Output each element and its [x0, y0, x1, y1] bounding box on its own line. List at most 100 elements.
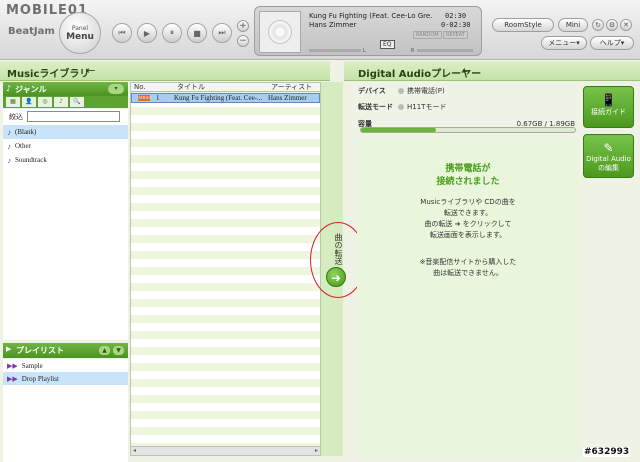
menu-dropdown[interactable]: メニュー▾ — [541, 36, 587, 50]
scroll-right-icon[interactable]: ▸ — [315, 447, 318, 454]
genre-list: ♪ (Blank) ♪ Other ♪ Soundtrack — [3, 125, 128, 340]
volume-up-button[interactable]: + — [237, 20, 249, 32]
genre-item-label: Soundtrack — [15, 156, 47, 164]
body-line-4: 転送画面を表示します。 — [429, 231, 507, 239]
scroll-left-icon[interactable]: ◂ — [133, 447, 136, 454]
playlist-arrow-icon: ▶ — [6, 345, 12, 353]
track-artist: Hans Zimmer — [268, 94, 307, 102]
library-arrow-icon[interactable]: ← — [86, 64, 95, 77]
note-line-2: 曲は転送できません。 — [433, 269, 503, 277]
pause-button[interactable]: ⏸ — [162, 23, 182, 43]
genre-toolbar: ▦ 👤 ◎ ♪ 🔍 — [3, 96, 128, 108]
filter-input[interactable] — [27, 111, 120, 122]
edit-label-line-1: Digital Audio — [586, 155, 631, 163]
genre-title: ジャンル — [15, 85, 47, 94]
device-value: 携帯電話(P) — [398, 86, 445, 96]
help-dropdown[interactable]: ヘルプ▾ — [590, 36, 634, 50]
playlist-down-button[interactable]: ▼ — [113, 346, 124, 355]
transfer-mode-value: H11Tモード — [398, 102, 446, 112]
mode-status-icon — [398, 104, 404, 110]
table-row[interactable]: ATRAC 1 Kung Fu Fighting (Feat. Cee-... … — [131, 93, 320, 103]
refresh-button[interactable]: ↻ — [592, 19, 604, 31]
digital-audio-edit-button[interactable]: ✎ Digital Audio の編集 — [583, 134, 634, 178]
room-style-button[interactable]: RoomStyle — [492, 18, 554, 32]
horizontal-scrollbar[interactable]: ◂ ▸ — [131, 446, 320, 455]
random-toggle[interactable]: RANDOM — [413, 31, 442, 39]
device-status-icon — [398, 88, 404, 94]
genre-note-icon: ♪ — [7, 141, 11, 151]
track-table: No. タイトル アーティスト ATRAC 1 Kung Fu Fighting… — [130, 82, 321, 456]
watermark: #632993 — [583, 447, 631, 457]
brand-name: BeatJam — [8, 26, 55, 37]
genre-note-icon: ♪ — [7, 127, 11, 137]
pause-icon: ⏸ — [170, 28, 174, 37]
capacity-fill — [361, 128, 436, 132]
column-no[interactable]: No. — [134, 83, 146, 92]
repeat-toggle[interactable]: REPEAT — [443, 31, 468, 39]
device-header: Digital Audioプレーヤー ← — [344, 61, 640, 81]
grid-view-icon[interactable]: ▦ — [6, 97, 20, 107]
mini-button[interactable]: Mini — [558, 18, 588, 32]
device-arrow-icon[interactable]: ← — [462, 64, 471, 77]
track-no: 1 — [156, 94, 160, 102]
connection-guide-button[interactable]: 📱 接続ガイド — [583, 86, 634, 128]
note-text: ※音楽配信サイトから購入した 曲は転送できません。 — [357, 257, 579, 279]
playlist-up-button[interactable]: ▲ — [99, 346, 110, 355]
capacity-bar — [360, 127, 576, 133]
message-panel: 携帯電話が 接続されました Musicライブラリや CDの曲を 転送できます。 … — [357, 139, 579, 457]
volume-down-button[interactable]: − — [237, 35, 249, 47]
level-meter-right — [417, 49, 473, 52]
panel-menu-label-small: Panel — [71, 24, 89, 32]
close-button[interactable]: ✕ — [620, 19, 632, 31]
track-table-header: No. タイトル アーティスト — [131, 83, 320, 92]
top-toolbar: MOBILE01 BeatJam Panel Menu ⏮ ▶ ⏸ ■ ⏭ + … — [0, 0, 640, 60]
play-icon: ▶ — [143, 28, 151, 38]
stop-button[interactable]: ■ — [187, 23, 207, 43]
genre-item-soundtrack[interactable]: ♪ Soundtrack — [3, 153, 128, 167]
track-title: Kung Fu Fighting (Feat. Cee-... — [174, 94, 263, 102]
genre-item-label: Other — [15, 142, 31, 150]
genre-icon[interactable]: ♪ — [54, 97, 68, 107]
playlist-item-drop[interactable]: ▶▶ Drop Playlist — [3, 372, 128, 385]
now-playing-display: Kung Fu Fighting (Feat. Cee-Lo Gre... Ha… — [254, 6, 482, 56]
album-art — [259, 11, 301, 53]
playlist-title: プレイリスト — [16, 346, 64, 355]
instruction-text: Musicライブラリや CDの曲を 転送できます。 曲の転送 ➜ をクリックして… — [357, 197, 579, 241]
playlist-icon: ▶▶ — [7, 361, 18, 370]
genre-dropdown-button[interactable]: ▾ — [108, 84, 124, 94]
body-line-1: Musicライブラリや CDの曲を — [420, 198, 516, 206]
next-button[interactable]: ⏭ — [212, 23, 232, 43]
phone-icon: 📱 — [601, 93, 616, 107]
connection-guide-label: 接続ガイド — [591, 108, 626, 116]
search-icon[interactable]: 🔍 — [70, 97, 84, 107]
play-button[interactable]: ▶ — [137, 23, 157, 43]
genre-item-blank[interactable]: ♪ (Blank) — [3, 125, 128, 139]
panel-menu-button[interactable]: Panel Menu — [59, 12, 101, 54]
artist-icon[interactable]: 👤 — [22, 97, 36, 107]
column-artist[interactable]: アーティスト — [271, 83, 312, 92]
level-label-left: L — [363, 48, 366, 54]
column-title[interactable]: タイトル — [177, 83, 205, 92]
settings-button[interactable]: ⚙ — [606, 19, 618, 31]
now-playing-title: Kung Fu Fighting (Feat. Cee-Lo Gre... — [309, 12, 433, 20]
playlist-item-sample[interactable]: ▶▶ Sample — [3, 359, 128, 372]
eq-button[interactable]: EQ — [380, 40, 395, 49]
connected-heading: 携帯電話が 接続されました — [357, 163, 579, 189]
playlist-item-label: Drop Playlist — [21, 374, 59, 383]
genre-header: ♪ ジャンル ▾ — [3, 82, 128, 96]
level-meter-left — [309, 49, 361, 52]
playlist-header: ▶ プレイリスト ▲ ▼ — [3, 343, 128, 358]
edit-label-line-2: の編集 — [598, 164, 619, 172]
device-value-text: 携帯電話(P) — [407, 87, 445, 95]
time-remaining: 0-02:30 — [441, 21, 471, 29]
atrac-status-icon: ATRAC — [138, 95, 152, 101]
genre-item-other[interactable]: ♪ Other — [3, 139, 128, 153]
library-header: Musicライブラリ ← — [0, 61, 330, 81]
filter-row: 絞込 — [3, 109, 128, 125]
note-line-1: ※音楽配信サイトから購入した — [419, 258, 517, 266]
previous-button[interactable]: ⏮ — [112, 23, 132, 43]
genre-item-label: (Blank) — [15, 128, 37, 136]
album-icon[interactable]: ◎ — [38, 97, 52, 107]
disc-icon — [268, 20, 292, 44]
device-label: デバイス — [358, 87, 386, 95]
